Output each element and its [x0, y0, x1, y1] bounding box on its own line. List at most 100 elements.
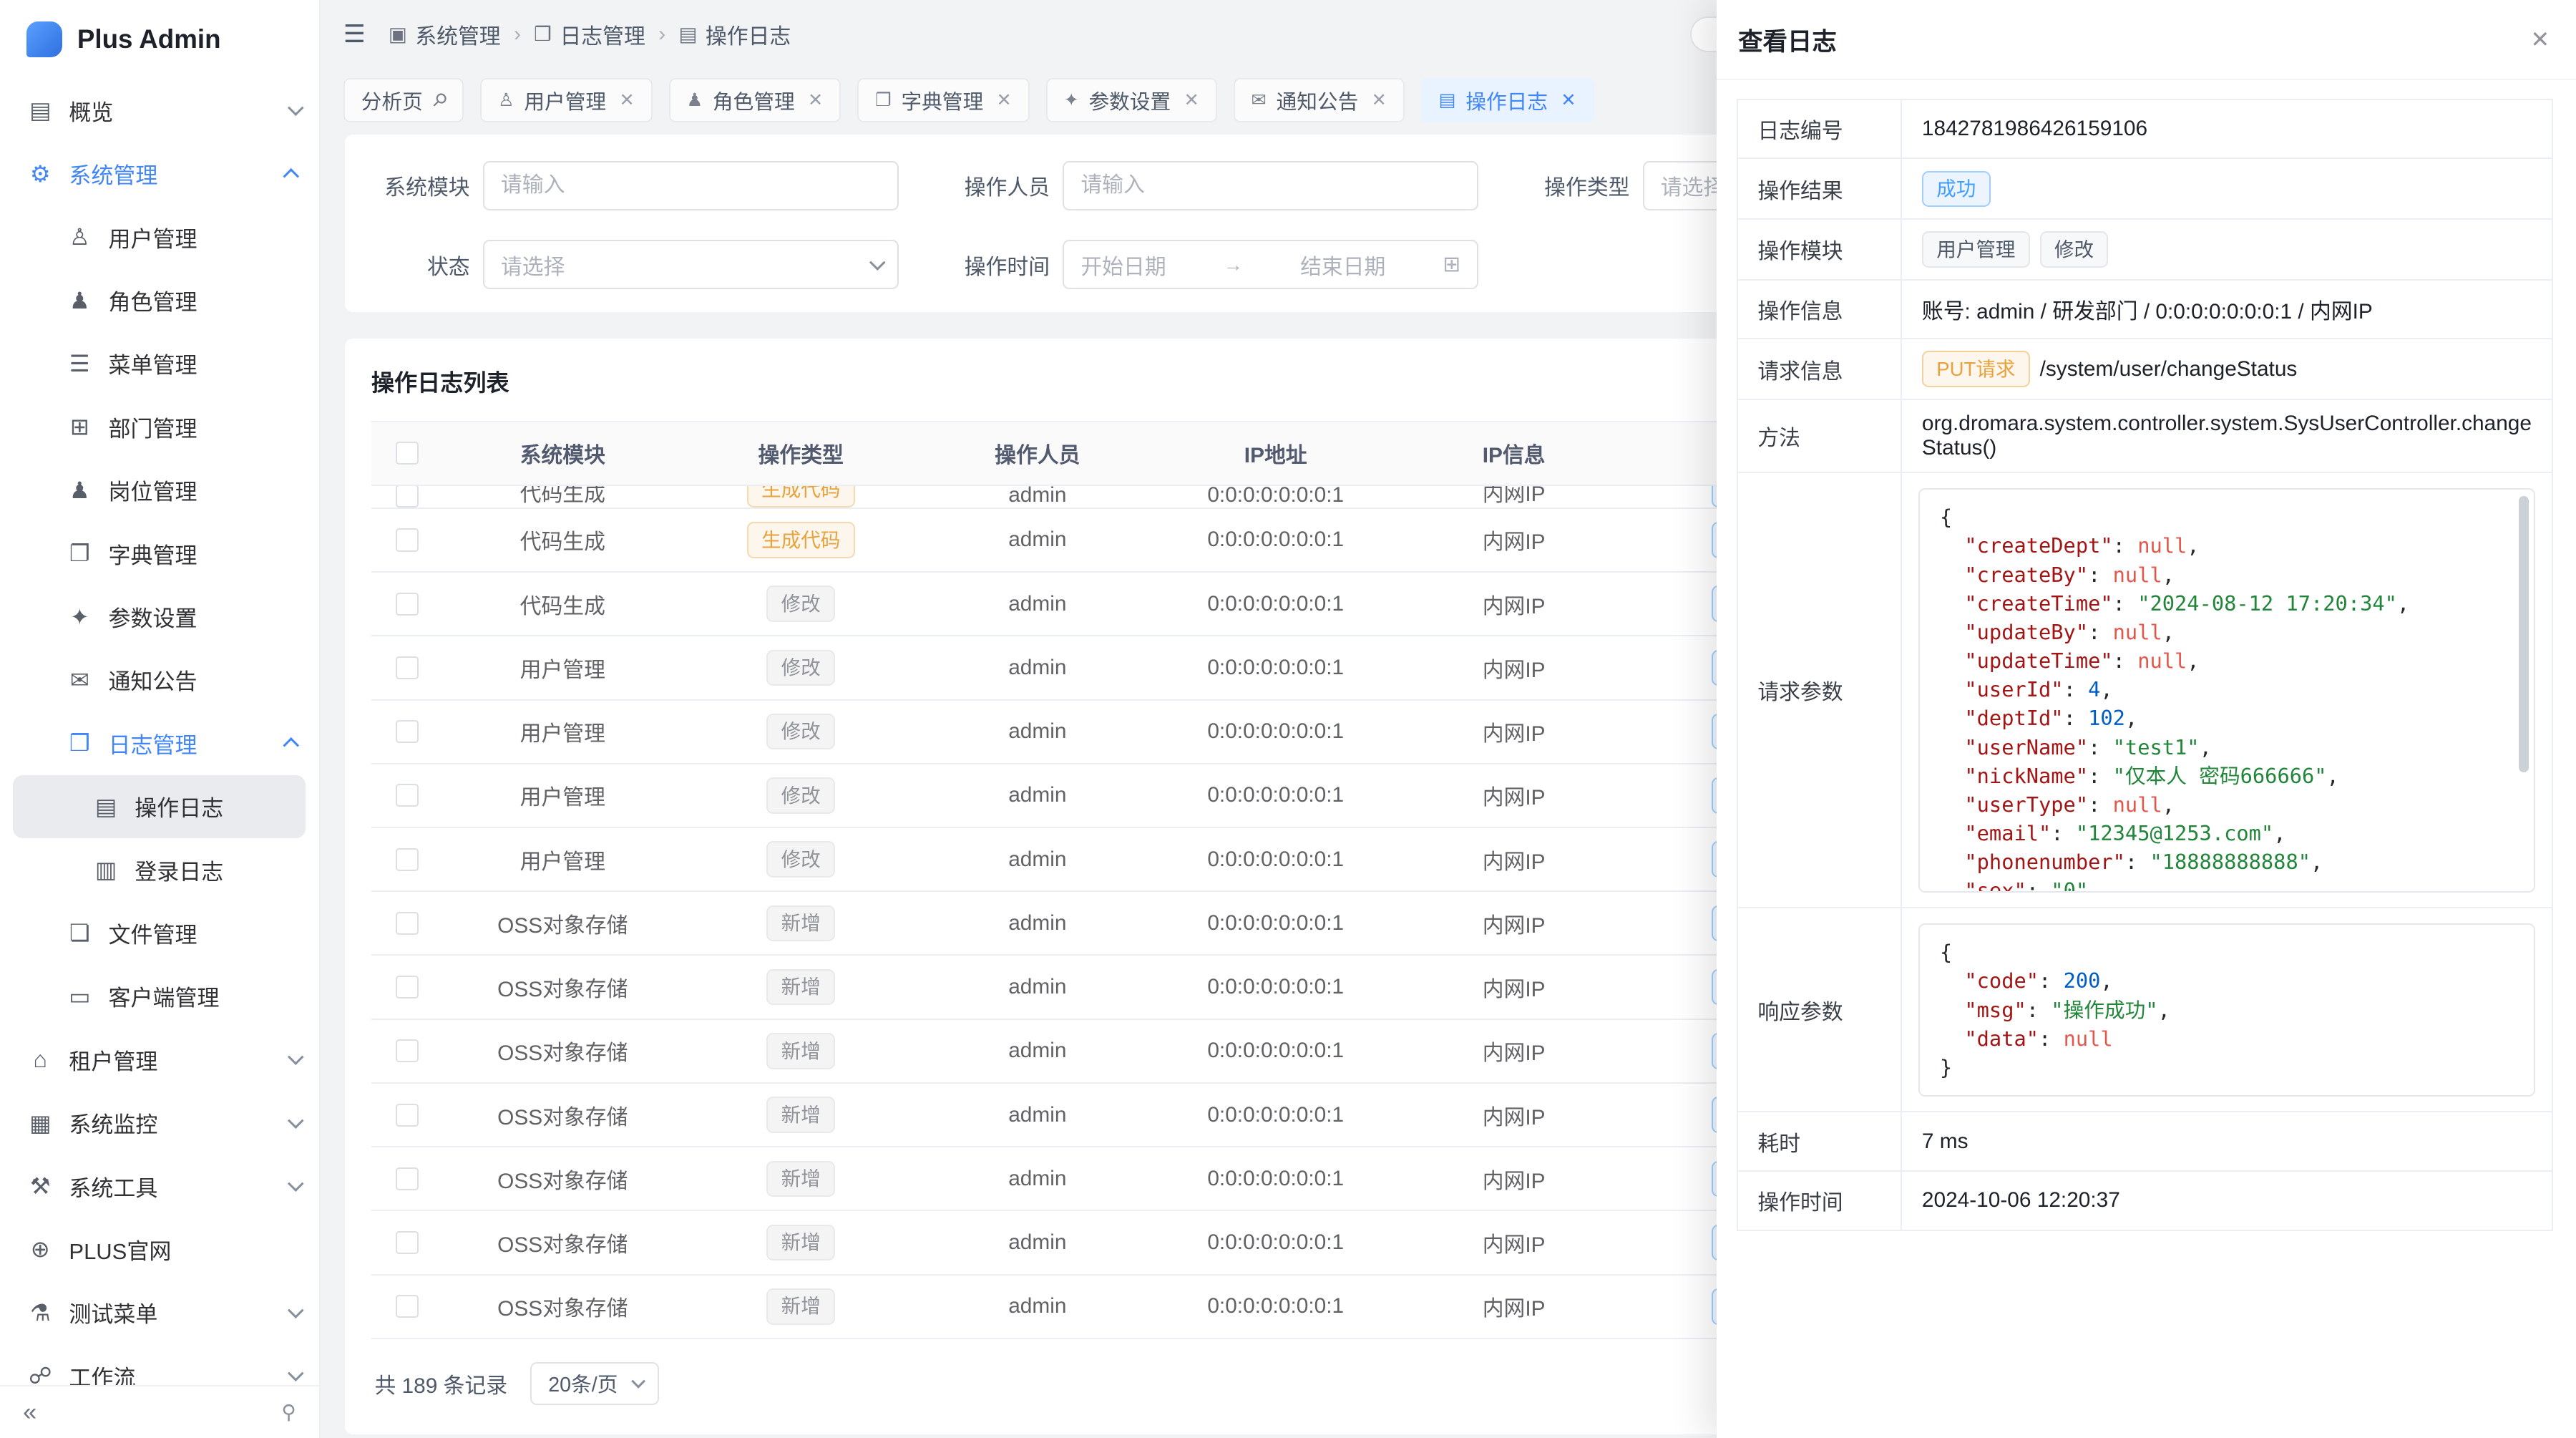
column-header[interactable]: IP信息	[1396, 422, 1631, 485]
detail-value: 用户管理修改	[1902, 220, 2551, 279]
close-icon[interactable]: ✕	[2530, 26, 2550, 53]
system-monitor-icon: ▦	[26, 1109, 54, 1137]
column-header[interactable]: IP地址	[1155, 422, 1396, 485]
close-icon[interactable]: ✕	[808, 89, 823, 111]
search-input-fragment[interactable]	[1690, 16, 1717, 53]
app-logo[interactable]: Plus Admin	[0, 0, 319, 79]
cell-ip: 0:0:0:0:0:0:0:1	[1155, 573, 1396, 635]
chevron-down-icon	[288, 100, 304, 117]
row-checkbox[interactable]	[396, 912, 419, 935]
column-header[interactable]: 系统模块	[444, 422, 682, 485]
cell-operator: admin	[920, 509, 1155, 571]
breadcrumb-item-1[interactable]: ❒日志管理	[534, 19, 645, 50]
operation-log-icon: ▤	[92, 793, 120, 820]
sidebar-item-15[interactable]: ⌂租户管理	[0, 1028, 319, 1091]
row-checkbox[interactable]	[396, 976, 419, 999]
tab-label: 字典管理	[901, 86, 983, 115]
close-icon[interactable]: ✕	[997, 89, 1012, 111]
column-header[interactable]: 操作类型	[682, 422, 920, 485]
tab-3[interactable]: ❐ 字典管理 ✕	[857, 78, 1030, 122]
sidebar-item-12[interactable]: ▥登录日志	[0, 838, 319, 901]
tab-2[interactable]: ♟角色管理✕	[669, 78, 841, 122]
close-icon[interactable]: ✕	[1561, 89, 1576, 111]
tab-1[interactable]: ♙用户管理✕	[480, 78, 653, 122]
cell-operator: admin	[920, 764, 1155, 827]
row-checkbox[interactable]	[396, 656, 419, 679]
chevron-down-icon	[288, 1112, 304, 1129]
close-icon[interactable]: ✕	[1372, 89, 1387, 111]
detail-row-7: 响应参数{ "code": 200, "msg": "操作成功", "data"…	[1738, 908, 2552, 1112]
role-management-icon: ♟	[66, 287, 94, 314]
http-method-badge: PUT请求	[1922, 351, 2030, 387]
tab-5[interactable]: ✉通知公告✕	[1234, 78, 1405, 122]
row-checkbox[interactable]	[396, 1039, 419, 1062]
status-select[interactable]: 请选择	[483, 240, 899, 289]
cell-operator: admin	[920, 892, 1155, 954]
row-checkbox[interactable]	[396, 1104, 419, 1127]
breadcrumb-item-2[interactable]: ▤操作日志	[678, 19, 791, 50]
dictionary-management-icon: ❐	[66, 540, 94, 567]
sidebar-item-8[interactable]: ✦参数设置	[0, 585, 319, 648]
row-checkbox[interactable]	[396, 486, 419, 507]
sidebar-item-label: 用户管理	[109, 221, 300, 253]
hamburger-menu-icon[interactable]: ☰	[343, 20, 366, 49]
sidebar-item-19[interactable]: ⚗测试菜单	[0, 1281, 319, 1344]
sidebar-item-13[interactable]: ❏文件管理	[0, 901, 319, 964]
row-checkbox[interactable]	[396, 1167, 419, 1190]
sidebar-item-11[interactable]: ▤操作日志	[13, 775, 306, 838]
sidebar-item-18[interactable]: ⊕PLUS官网	[0, 1218, 319, 1281]
close-icon[interactable]: ✕	[1184, 89, 1199, 111]
close-icon[interactable]: ✕	[619, 89, 634, 111]
tab-4[interactable]: ✦参数设置✕	[1046, 78, 1217, 122]
sidebar-item-2[interactable]: ♙用户管理	[0, 205, 319, 268]
sidebar-item-7[interactable]: ❐ 字典管理	[0, 522, 319, 585]
sidebar-item-label: 字典管理	[109, 538, 300, 570]
operator-input[interactable]	[1063, 161, 1478, 210]
pin-icon[interactable]: ⚲	[281, 1401, 296, 1424]
sidebar-item-4[interactable]: ☰菜单管理	[0, 332, 319, 395]
sidebar-item-5[interactable]: ⊞部门管理	[0, 395, 319, 458]
sidebar-item-9[interactable]: ✉通知公告	[0, 648, 319, 711]
tab-icon: ❐	[875, 89, 892, 111]
row-checkbox[interactable]	[396, 1231, 419, 1254]
row-checkbox[interactable]	[396, 720, 419, 743]
sidebar-item-6[interactable]: ♟岗位管理	[0, 459, 319, 522]
page-size-select[interactable]: 20条/页	[530, 1362, 658, 1405]
operation-type-badge: 新增	[766, 1033, 835, 1069]
row-checkbox[interactable]	[396, 848, 419, 871]
system-module-input[interactable]	[483, 161, 899, 210]
parameter-settings-icon: ✦	[66, 603, 94, 631]
filter-field-operation-time: 操作时间开始日期→结束日期⊞	[951, 240, 1478, 289]
row-checkbox[interactable]	[396, 784, 419, 807]
cell-module: OSS对象存储	[444, 1147, 682, 1210]
tab-label: 参数设置	[1089, 86, 1171, 115]
sidebar-item-16[interactable]: ▦系统监控	[0, 1091, 319, 1154]
sidebar-item-14[interactable]: ▭客户端管理	[0, 965, 319, 1028]
sidebar-item-10[interactable]: ❒日志管理	[0, 711, 319, 774]
operation-time-range[interactable]: 开始日期→结束日期⊞	[1063, 240, 1478, 289]
operation-log-crumb-icon: ▤	[678, 23, 697, 46]
sidebar-item-20[interactable]: ☍工作流	[0, 1344, 319, 1385]
sidebar-item-17[interactable]: ⚒系统工具	[0, 1155, 319, 1218]
breadcrumb-item-0[interactable]: ▣系统管理	[389, 19, 501, 50]
detail-label: 操作时间	[1738, 1172, 1903, 1230]
tab-icon: ♙	[498, 89, 514, 111]
cell-ip: 0:0:0:0:0:0:0:1	[1155, 509, 1396, 571]
cell-operator: admin	[920, 1211, 1155, 1273]
collapse-sidebar-button[interactable]: «	[23, 1399, 36, 1427]
tab-0[interactable]: 分析页⚲	[343, 78, 464, 122]
detail-label: 请求信息	[1738, 339, 1903, 399]
row-checkbox[interactable]	[396, 528, 419, 551]
row-checkbox[interactable]	[396, 593, 419, 616]
scrollbar-thumb[interactable]	[2519, 496, 2529, 772]
sidebar-item-3[interactable]: ♟角色管理	[0, 268, 319, 331]
column-header[interactable]: 操作人员	[920, 422, 1155, 485]
sidebar-item-1[interactable]: ⚙系统管理	[0, 142, 319, 205]
tab-6[interactable]: ▤操作日志✕	[1421, 78, 1594, 122]
sidebar-item-0[interactable]: ▤概览	[0, 79, 319, 142]
cell-ip-info: 内网IP	[1396, 573, 1631, 635]
row-checkbox[interactable]	[396, 442, 419, 465]
row-checkbox[interactable]	[396, 1295, 419, 1318]
operation-type-badge: 新增	[766, 1288, 835, 1325]
pin-icon[interactable]: ⚲	[427, 88, 452, 112]
